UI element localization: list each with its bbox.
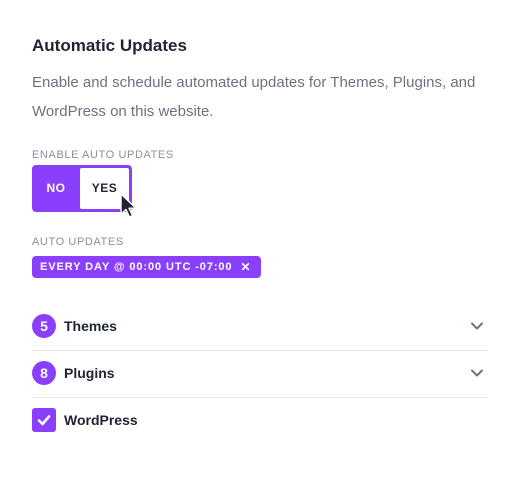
themes-row[interactable]: 5 Themes: [32, 303, 488, 349]
wordpress-label: WordPress: [64, 412, 138, 428]
check-icon: [37, 415, 51, 426]
auto-updates-label: AUTO UPDATES: [32, 236, 124, 248]
section-description: Enable and schedule automated updates fo…: [32, 74, 476, 120]
toggle-no-option[interactable]: NO: [32, 165, 80, 212]
chevron-down-icon[interactable]: [470, 319, 484, 333]
plugins-count-badge: 8: [32, 361, 56, 385]
chip-close-icon[interactable]: ✕: [240, 256, 251, 278]
plugins-label: Plugins: [64, 365, 115, 381]
auto-updates-toggle[interactable]: NO YES: [32, 165, 132, 212]
themes-count-badge: 5: [32, 314, 56, 338]
plugins-row[interactable]: 8 Plugins: [32, 350, 488, 396]
wordpress-checkbox[interactable]: [32, 408, 56, 432]
chevron-down-icon[interactable]: [470, 366, 484, 380]
mouse-pointer-icon: [120, 193, 137, 218]
enable-auto-updates-label: ENABLE AUTO UPDATES: [32, 149, 174, 161]
schedule-chip[interactable]: EVERY DAY @ 00:00 UTC -07:00 ✕: [32, 256, 262, 278]
section-title: Automatic Updates: [32, 36, 187, 55]
wordpress-row[interactable]: WordPress: [32, 397, 488, 443]
themes-label: Themes: [64, 318, 117, 334]
schedule-chip-text: EVERY DAY @ 00:00 UTC -07:00: [40, 261, 233, 273]
